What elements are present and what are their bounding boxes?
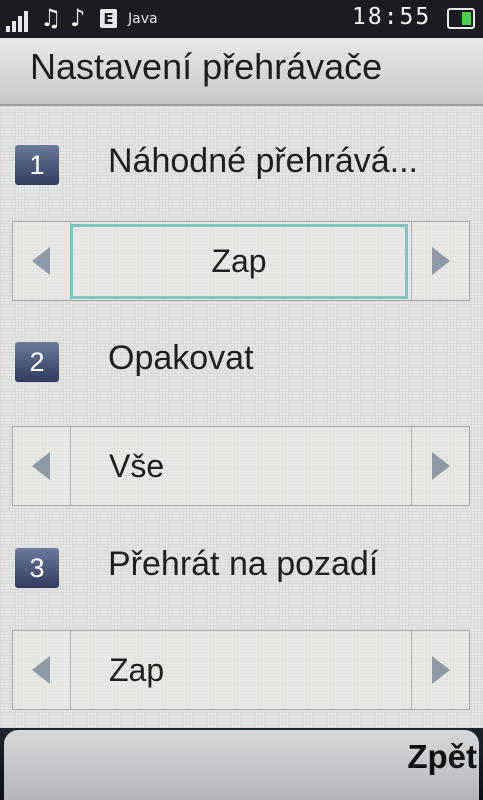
- setting-number-badge: 3: [15, 548, 59, 588]
- battery-icon: [447, 8, 475, 29]
- previous-option-button[interactable]: [13, 631, 71, 709]
- setting-label: Přehrát na pozadí: [108, 545, 379, 583]
- setting-number-badge: 1: [15, 145, 59, 185]
- setting-label: Opakovat: [108, 339, 254, 377]
- previous-option-button[interactable]: [13, 222, 71, 300]
- shuffle-selector[interactable]: Zap: [12, 221, 470, 301]
- page-title: Nastavení přehrávače: [30, 46, 383, 87]
- setting-item-repeat[interactable]: 2 Opakovat: [0, 333, 483, 391]
- back-softkey[interactable]: Zpět: [407, 738, 477, 776]
- arrow-right-icon: [432, 247, 450, 275]
- selector-value[interactable]: Vše: [71, 427, 411, 505]
- repeat-selector[interactable]: Vše: [12, 426, 470, 506]
- previous-option-button[interactable]: [13, 427, 71, 505]
- arrow-right-icon: [432, 452, 450, 480]
- selector-value[interactable]: Zap: [70, 224, 408, 299]
- arrow-left-icon: [32, 452, 50, 480]
- arrow-left-icon: [32, 247, 50, 275]
- setting-label: Náhodné přehrává...: [108, 142, 418, 180]
- setting-item-shuffle[interactable]: 1 Náhodné přehrává...: [0, 136, 483, 194]
- arrow-left-icon: [32, 656, 50, 684]
- java-indicator: Java: [128, 11, 158, 27]
- next-option-button[interactable]: [411, 222, 469, 300]
- next-option-button[interactable]: [411, 631, 469, 709]
- setting-item-background-play[interactable]: 3 Přehrát na pozadí: [0, 539, 483, 597]
- background-play-selector[interactable]: Zap: [12, 630, 470, 710]
- edge-network-icon: E: [100, 9, 117, 28]
- arrow-right-icon: [432, 656, 450, 684]
- selector-value[interactable]: Zap: [71, 631, 411, 709]
- music-note-icon: ♪: [70, 4, 86, 32]
- signal-strength-icon: [6, 8, 34, 32]
- music-player-icon: ♫: [40, 4, 62, 32]
- softkey-bar: Zpět: [0, 728, 483, 800]
- settings-list: 1 Náhodné přehrává... Zap 2 Opakovat Vše…: [0, 106, 483, 728]
- status-bar: ♫ ♪ E Java 18:55: [0, 0, 483, 38]
- clock: 18:55: [352, 4, 432, 30]
- setting-number-badge: 2: [15, 342, 59, 382]
- title-bar: Nastavení přehrávače: [0, 38, 483, 106]
- next-option-button[interactable]: [411, 427, 469, 505]
